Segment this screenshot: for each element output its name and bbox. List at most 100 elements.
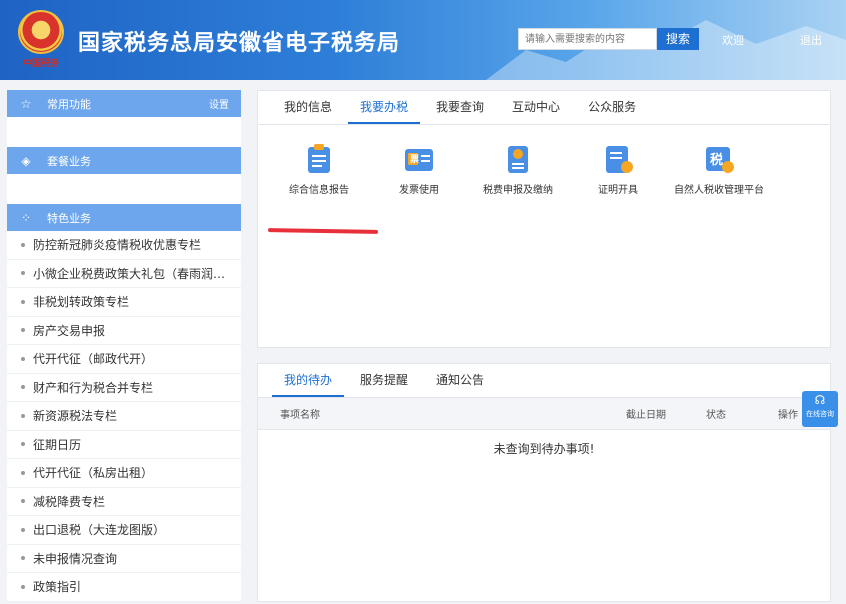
service-item[interactable]: 综合信息报告 xyxy=(269,143,369,196)
bullet-icon xyxy=(21,356,25,361)
search-button[interactable]: 搜索 xyxy=(657,28,699,50)
service-item[interactable]: 税费申报及缴纳 xyxy=(468,143,568,196)
bullet-icon xyxy=(21,299,25,304)
todo-panel: 我的待办 服务提醒 通知公告 事项名称 截止日期 状态 操作 未查询到待办事项! xyxy=(257,363,831,602)
sidebar-menu-item[interactable]: 出口退税（大连龙图版） xyxy=(7,516,241,545)
service-glyph: 票 xyxy=(410,155,420,165)
sidebar-menu-item[interactable]: 防控新冠肺炎疫情税收优惠专栏 xyxy=(7,231,241,260)
sidebar-menu-label: 防控新冠肺炎疫情税收优惠专栏 xyxy=(33,238,202,253)
sidebar-menu-item[interactable]: 小微企业税费政策大礼包（春雨润苗） xyxy=(7,260,241,288)
package-business-body xyxy=(7,174,241,204)
online-consult-label: 在线咨询 xyxy=(806,410,834,418)
sidebar-menu-item[interactable]: 代开代征（私房出租） xyxy=(7,459,241,488)
tax-declare-icon xyxy=(502,143,534,175)
main-tab[interactable]: 我要办税 xyxy=(348,98,421,124)
package-business-title: 套餐业务 xyxy=(47,154,91,168)
sidebar-menu-label: 征期日历 xyxy=(33,437,82,452)
sidebar-menu-label: 小微企业税费政策大礼包（春雨润苗） xyxy=(33,266,233,281)
sidebar-menu-item[interactable]: 房产交易申报 xyxy=(7,317,241,345)
todo-table-header: 事项名称 截止日期 状态 操作 xyxy=(258,398,830,430)
bullet-icon xyxy=(21,470,25,475)
todo-tab[interactable]: 我的待办 xyxy=(272,371,345,397)
bullet-icon xyxy=(21,328,25,333)
sidebar-menu-label: 政策指引 xyxy=(33,580,82,595)
common-functions-title: 常用功能 xyxy=(47,97,91,111)
bullet-icon xyxy=(21,584,25,589)
sidebar-menu-label: 财产和行为税合并专栏 xyxy=(33,380,154,395)
logo-signature: 中国税务 xyxy=(22,59,59,69)
special-business-header[interactable]: ⁘ 特色业务 xyxy=(7,204,241,231)
column-status: 状态 xyxy=(706,410,726,421)
common-functions-header[interactable]: ☆ 常用功能 设置 xyxy=(7,90,241,117)
service-label: 综合信息报告 xyxy=(289,185,349,196)
service-item[interactable]: 税自然人税收管理平台 xyxy=(669,143,769,196)
service-glyph: 税 xyxy=(710,153,724,168)
search-input[interactable] xyxy=(518,28,657,50)
service-grid: 综合信息报告票发票使用 税费申报及缴纳 证明开具税自然人税收管理平台 xyxy=(258,125,830,245)
sidebar-menu-label: 代开代征（邮政代开） xyxy=(33,352,154,367)
site-title: 国家税务总局安徽省电子税务局 xyxy=(78,31,401,56)
bullet-icon xyxy=(21,413,25,418)
sidebar-menu-item[interactable]: 政策指引 xyxy=(7,573,241,602)
bullet-icon xyxy=(21,527,25,532)
site-header: 中国税务 国家税务总局安徽省电子税务局 搜索 欢迎 退出 xyxy=(0,0,846,80)
sidebar-menu-label: 未申报情况查询 xyxy=(33,551,118,566)
main-tab[interactable]: 我的信息 xyxy=(272,98,344,124)
bullet-icon xyxy=(21,271,25,276)
service-item[interactable]: 票发票使用 xyxy=(369,143,469,196)
todo-empty-message: 未查询到待办事项! xyxy=(493,442,595,456)
main-tab[interactable]: 我要查询 xyxy=(424,98,496,124)
todo-tab[interactable]: 通知公告 xyxy=(424,371,496,397)
sidebar-menu-item[interactable]: 财产和行为税合并专栏 xyxy=(7,374,241,402)
bullet-icon xyxy=(21,242,25,247)
welcome-text: 欢迎 xyxy=(722,34,744,47)
headset-icon: ☊ xyxy=(814,393,826,407)
emblem-icon xyxy=(18,10,64,54)
tax-emblem-logo: 中国税务 xyxy=(18,10,64,70)
service-label: 发票使用 xyxy=(399,185,439,196)
invoice-icon: 票 xyxy=(403,143,435,175)
clipboard-icon xyxy=(303,143,335,175)
main-tab[interactable]: 互动中心 xyxy=(500,98,572,124)
sidebar-menu-item[interactable]: 非税划转政策专栏 xyxy=(7,288,241,317)
sidebar-menu-label: 代开代征（私房出租） xyxy=(33,466,154,481)
highlight-underline xyxy=(267,228,379,234)
sidebar-menu-label: 非税划转政策专栏 xyxy=(33,295,130,310)
todo-tab[interactable]: 服务提醒 xyxy=(348,371,420,397)
bullet-icon xyxy=(21,556,25,561)
bullet-icon xyxy=(21,442,25,447)
bullet-icon xyxy=(21,385,25,390)
settings-link[interactable]: 设置 xyxy=(209,96,229,111)
column-action: 操作 xyxy=(778,410,798,421)
service-label: 自然人税收管理平台 xyxy=(674,185,764,196)
special-business-title: 特色业务 xyxy=(47,211,91,225)
package-business-header[interactable]: ◈ 套餐业务 xyxy=(7,147,241,174)
sidebar-menu-label: 房产交易申报 xyxy=(33,323,106,338)
column-deadline: 截止日期 xyxy=(626,410,666,421)
todo-tabs: 我的待办 服务提醒 通知公告 xyxy=(258,364,830,398)
sidebar-menu-label: 减税降费专栏 xyxy=(33,494,106,509)
sidebar-menu-label: 出口退税（大连龙图版） xyxy=(33,523,166,538)
online-consult-button[interactable]: ☊ 在线咨询 xyxy=(802,391,838,427)
service-label: 证明开具 xyxy=(598,185,638,196)
main-tab[interactable]: 公众服务 xyxy=(576,98,648,124)
grid-icon: ⁘ xyxy=(20,210,32,225)
sidebar-menu-item[interactable]: 新资源税法专栏 xyxy=(7,402,241,431)
main-tabs: 我的信息 我要办税 我要查询 互动中心 公众服务 xyxy=(258,91,830,125)
sidebar-menu-item[interactable]: 征期日历 xyxy=(7,431,241,459)
certificate-icon xyxy=(602,143,634,175)
special-business-list: 防控新冠肺炎疫情税收优惠专栏小微企业税费政策大礼包（春雨润苗） 非税划转政策专栏房… xyxy=(7,231,241,602)
bullet-icon xyxy=(21,499,25,504)
column-item-name: 事项名称 xyxy=(280,410,320,421)
left-sidebar: ☆ 常用功能 设置 ◈ 套餐业务 ⁘ 特色业务 防控新冠肺炎疫情税收优惠专栏小微… xyxy=(7,90,241,602)
common-functions-body xyxy=(7,117,241,147)
sidebar-menu-item[interactable]: 未申报情况查询 xyxy=(7,545,241,573)
layers-icon: ◈ xyxy=(21,153,31,168)
star-icon: ☆ xyxy=(20,96,32,111)
service-item[interactable]: 证明开具 xyxy=(568,143,668,196)
main-services-panel: 我的信息 我要办税 我要查询 互动中心 公众服务 综合信息报告票发票使用 税费申报及缴纳证… xyxy=(257,90,831,348)
service-label: 税费申报及缴纳 xyxy=(483,185,553,196)
logout-link[interactable]: 退出 xyxy=(800,32,822,48)
sidebar-menu-item[interactable]: 代开代征（邮政代开） xyxy=(7,345,241,374)
sidebar-menu-item[interactable]: 减税降费专栏 xyxy=(7,488,241,516)
